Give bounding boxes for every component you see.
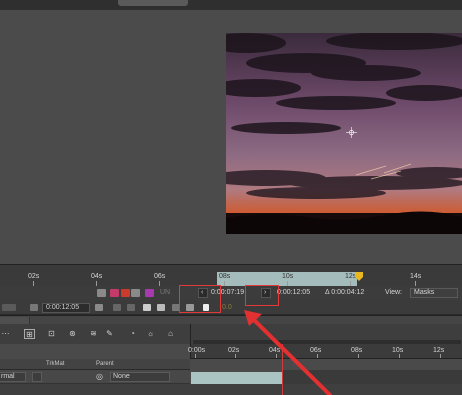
layer-columns-header: TrkMat Parent	[0, 359, 190, 370]
comp-timecode[interactable]: 0:00:12:05	[42, 303, 90, 313]
comp-flowchart-icon[interactable]	[30, 304, 38, 311]
timeline-ruler-label: 02s	[228, 347, 240, 354]
trkmat-column-header[interactable]: TrkMat	[46, 361, 64, 367]
timeline-navigator[interactable]	[190, 324, 462, 344]
panel-tab[interactable]	[118, 0, 188, 6]
region-icon[interactable]	[97, 289, 106, 297]
color-channel-icon[interactable]	[110, 289, 119, 297]
camera-icon[interactable]	[95, 304, 103, 311]
resolution-icon[interactable]	[145, 289, 154, 297]
composition-toolbar: 0:00:12:05 0.0	[0, 300, 462, 315]
pickwhip-icon[interactable]: ◎	[96, 372, 103, 381]
end-time-display[interactable]: 0:00:12:05	[277, 289, 310, 296]
anchor-crosshair-icon[interactable]	[346, 127, 357, 138]
timeline-ruler-label: 08s	[351, 347, 363, 354]
timeline-ruler-label: 06s	[310, 347, 322, 354]
parent-select[interactable]: None	[110, 372, 170, 382]
search-layers-icon[interactable]: ⊡	[46, 329, 57, 339]
viewer-toolbar: UN ‹ 0:00:07:19 › 0:00:12:05 Δ 0:00:04:1…	[0, 286, 462, 300]
ruler-label: 06s	[154, 273, 166, 280]
frame-blend-switch-icon[interactable]: ✎	[104, 329, 115, 339]
snapshot-icon[interactable]	[131, 289, 140, 297]
view-label: View:	[385, 289, 402, 296]
time-ruler[interactable]: 02s 04s 06s 08s 10s 12s 14s	[0, 264, 462, 287]
ruler-label: 04s	[91, 273, 103, 280]
sunset-sky-image	[226, 33, 462, 234]
timeline-switches: ⋯ ⊞ ⊡ ⊛ ≋ ✎ ◔ ☼ ⌂	[0, 324, 190, 344]
expand-icon[interactable]: ⋯	[0, 329, 11, 339]
draft-3d-switch-icon[interactable]: ⊛	[67, 329, 78, 339]
work-area-end-marker-icon[interactable]	[355, 272, 363, 281]
brainstorm-icon[interactable]: ☼	[145, 329, 156, 339]
ruler-label: 10s	[282, 273, 294, 280]
ruler-label: 14s	[410, 273, 422, 280]
footage-preview[interactable]	[226, 33, 462, 234]
current-time-indicator[interactable]	[282, 344, 283, 395]
panel-divider	[0, 315, 462, 324]
graph-editor-icon[interactable]: ⌂	[165, 329, 176, 339]
faded-value: 0.0	[222, 304, 232, 311]
trkmat-select[interactable]	[32, 372, 42, 382]
layer-duration-bar[interactable]	[191, 372, 283, 384]
motion-blur-switch-icon[interactable]: ◔	[127, 329, 138, 339]
highlight-box-prev	[179, 285, 221, 313]
duration-display[interactable]: Δ 0:00:04:12	[325, 289, 364, 296]
layer-row[interactable]: rmal ◎ None	[0, 370, 190, 384]
faded-label: UN	[160, 289, 171, 296]
timeline-ruler-label: 0:00s	[188, 347, 206, 354]
checker-icon[interactable]	[157, 304, 165, 311]
highlight-box-next	[245, 285, 279, 306]
draft-3d-icon[interactable]	[143, 304, 151, 311]
parent-column-header[interactable]: Parent	[96, 361, 114, 367]
timeline-tab[interactable]	[0, 317, 30, 324]
layer-empty-track	[283, 370, 462, 384]
timeline-ruler-label: 12s	[433, 347, 445, 354]
ruler-label: 08s	[219, 273, 231, 280]
comp-mini-flowchart-icon[interactable]: ⊞	[24, 329, 35, 339]
timeline-ruler-label: 10s	[392, 347, 404, 354]
timeline-ruler[interactable]: 0:00s 02s 04s 06s 08s 10s 12s	[188, 344, 462, 359]
timeline-ruler-label: 04s	[269, 347, 281, 354]
blend-mode-select[interactable]: rmal	[0, 372, 26, 382]
view-select[interactable]: Masks	[410, 288, 458, 298]
ruler-label: 02s	[28, 273, 40, 280]
panel-top-edge	[0, 0, 462, 10]
motion-blur-icon[interactable]	[127, 304, 135, 311]
transparency-grid-icon[interactable]	[121, 289, 130, 297]
timeline-bottom	[0, 384, 462, 395]
shy-switch-icon[interactable]: ≋	[88, 329, 99, 339]
comp-tab-icon[interactable]	[2, 304, 16, 311]
shy-icon[interactable]	[113, 304, 121, 311]
